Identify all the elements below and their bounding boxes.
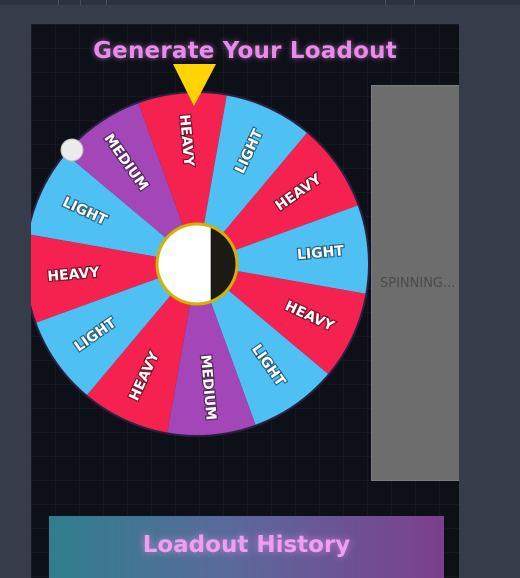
loadout-history-header[interactable]: Loadout History xyxy=(49,516,444,578)
toolbar-divider xyxy=(106,0,107,5)
top-toolbar-strip xyxy=(0,0,520,5)
game-panel: LIGHT MEDIUM HEAVY LIGHT HEAVY LIGHT HEAVY LIGH… xyxy=(31,24,459,578)
wheel-handle[interactable] xyxy=(60,138,84,162)
spin-status-text: SPINNING... xyxy=(380,276,456,291)
page-title: Generate Your Loadout xyxy=(93,38,397,64)
toolbar-divider xyxy=(80,0,81,5)
wheel-hub[interactable] xyxy=(155,222,239,306)
toolbar-divider xyxy=(385,0,386,5)
toolbar-divider xyxy=(58,0,59,5)
result-panel: SPINNING... xyxy=(371,85,459,481)
toolbar-divider xyxy=(414,0,415,5)
loadout-history-title: Loadout History xyxy=(142,532,351,558)
